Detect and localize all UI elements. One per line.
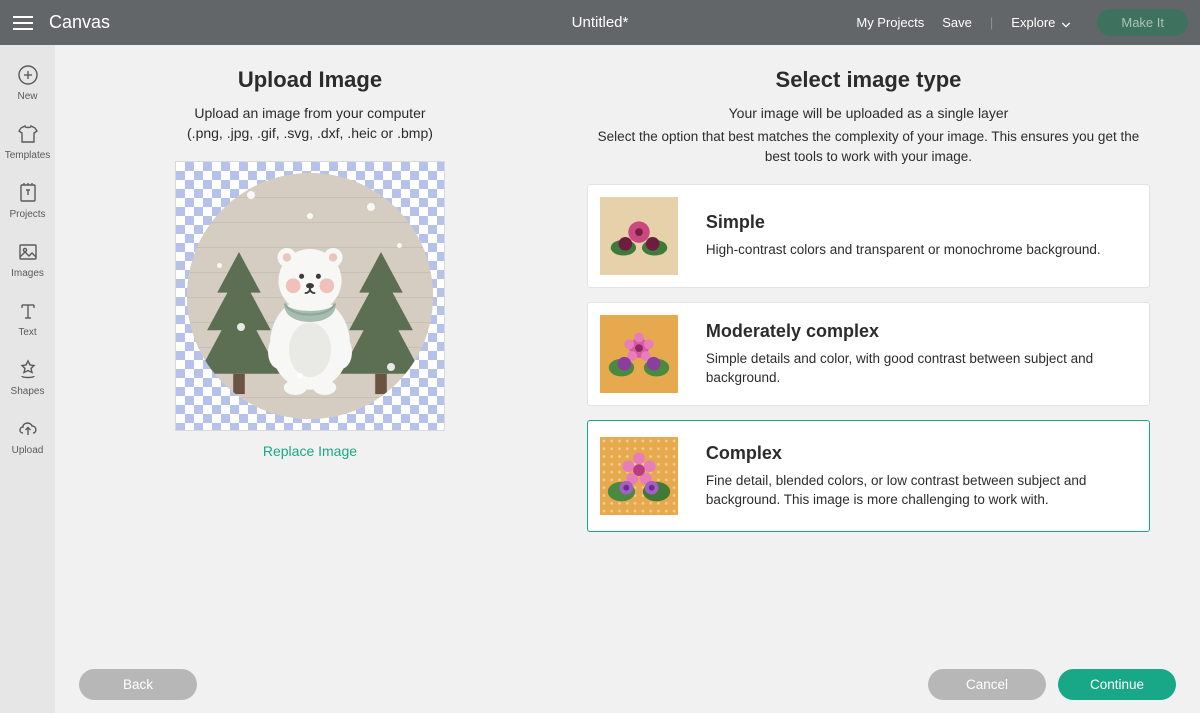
chevron-down-icon [1061,18,1071,28]
text-icon [16,299,40,323]
bear-illustration [247,228,373,401]
tshirt-icon [16,122,40,146]
snow-dot [387,363,395,371]
preview-circle [187,173,433,419]
sidebar-item-label: Templates [5,150,51,161]
sidebar-item-label: Shapes [11,386,45,397]
option-desc: Fine detail, blended colors, or low cont… [706,472,1131,510]
sidebar-item-text[interactable]: Text [0,291,55,346]
topbar-right: My Projects Save | Explore Make It [856,9,1188,36]
explore-label: Explore [1011,15,1055,30]
my-projects-link[interactable]: My Projects [856,15,924,30]
select-type-subtitle-1: Your image will be uploaded as a single … [587,105,1150,121]
option-card-moderate[interactable]: Moderately complex Simple details and co… [587,302,1150,406]
option-desc: High-contrast colors and transparent or … [706,241,1131,260]
option-text: Simple High-contrast colors and transpar… [706,212,1131,260]
snow-dot [247,191,255,199]
main-panel: Upload Image Upload an image from your c… [55,45,1200,713]
option-thumb-complex [600,437,678,515]
notebook-icon [16,181,40,205]
upload-title: Upload Image [238,67,382,93]
image-preview-wrap: Replace Image [175,161,445,459]
back-button[interactable]: Back [79,669,197,700]
option-title: Moderately complex [706,321,1131,342]
replace-image-link[interactable]: Replace Image [175,443,445,459]
shapes-icon [16,358,40,382]
sidebar-item-label: New [17,91,37,102]
option-thumb-moderate [600,315,678,393]
sidebar-item-upload[interactable]: Upload [0,409,55,464]
sidebar-item-new[interactable]: New [0,55,55,110]
explore-dropdown[interactable]: Explore [1011,15,1071,30]
snow-dot [307,213,313,219]
sidebar-item-label: Images [11,268,44,279]
select-type-pane: Select image type Your image will be upl… [577,67,1160,655]
snow-dot [397,243,402,248]
sidebar-item-label: Projects [9,209,45,220]
menu-icon[interactable] [0,0,45,45]
option-title: Complex [706,443,1131,464]
content-area: Upload Image Upload an image from your c… [55,45,1200,655]
make-it-button[interactable]: Make It [1097,9,1188,36]
upload-icon [16,417,40,441]
option-text: Moderately complex Simple details and co… [706,321,1131,388]
sidebar-item-templates[interactable]: Templates [0,114,55,169]
option-title: Simple [706,212,1131,233]
continue-button[interactable]: Continue [1058,669,1176,700]
sidebar: New Templates Projects Images Text Shape… [0,45,55,713]
snow-dot [237,323,245,331]
sidebar-item-label: Upload [12,445,44,456]
upload-image-pane: Upload Image Upload an image from your c… [63,67,557,655]
option-thumb-simple [600,197,678,275]
cancel-button[interactable]: Cancel [928,669,1046,700]
topbar-divider: | [990,15,993,30]
image-preview [175,161,445,431]
footer-bar: Back Cancel Continue [55,655,1200,713]
sidebar-item-shapes[interactable]: Shapes [0,350,55,405]
snow-dot [297,373,303,379]
image-icon [16,240,40,264]
select-type-title: Select image type [776,67,962,93]
sidebar-item-images[interactable]: Images [0,232,55,287]
sidebar-item-label: Text [18,327,36,338]
option-desc: Simple details and color, with good cont… [706,350,1131,388]
snow-dot [367,203,375,211]
save-link[interactable]: Save [942,15,972,30]
sidebar-item-projects[interactable]: Projects [0,173,55,228]
option-card-simple[interactable]: Simple High-contrast colors and transpar… [587,184,1150,288]
snow-dot [217,263,222,268]
plus-circle-icon [16,63,40,87]
option-text: Complex Fine detail, blended colors, or … [706,443,1131,510]
option-card-complex[interactable]: Complex Fine detail, blended colors, or … [587,420,1150,532]
upload-subtitle-2: (.png, .jpg, .gif, .svg, .dxf, .heic or … [187,125,433,141]
brand-label: Canvas [49,12,110,33]
topbar: Canvas Untitled* My Projects Save | Expl… [0,0,1200,45]
upload-subtitle-1: Upload an image from your computer [194,105,425,121]
select-type-subtitle-2: Select the option that best matches the … [587,127,1150,166]
option-cards: Simple High-contrast colors and transpar… [587,184,1150,532]
